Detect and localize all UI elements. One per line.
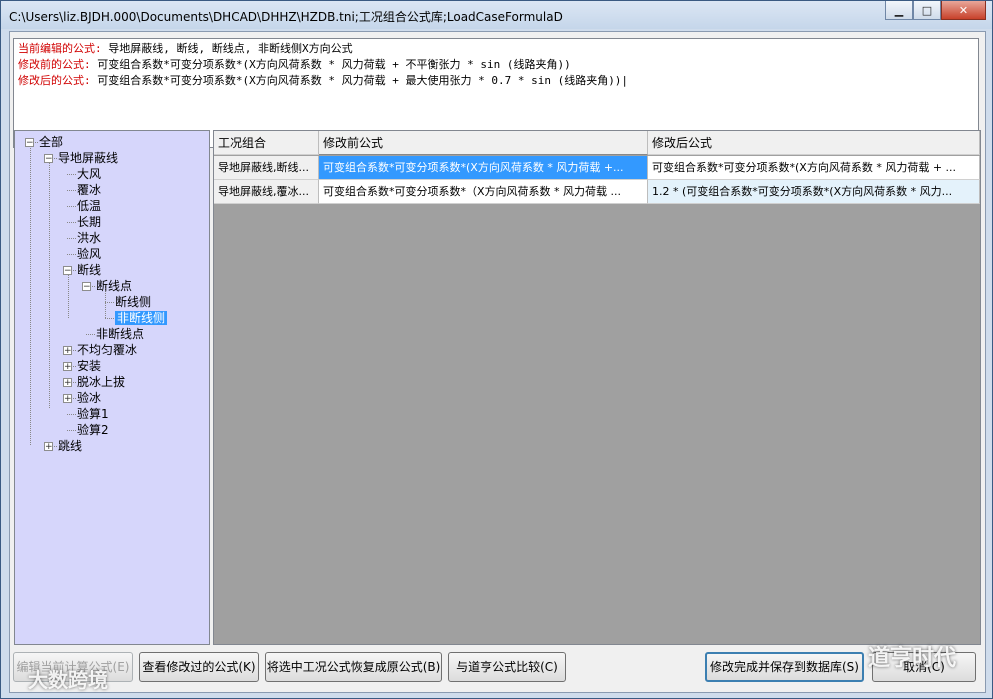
current-formula-label: 当前编辑的公式: xyxy=(18,42,102,55)
tree-node[interactable]: 验算2 xyxy=(77,422,109,438)
current-formula-line: 当前编辑的公式: 导地屏蔽线, 断线, 断线点, 非断线侧X方向公式 xyxy=(18,41,974,57)
grid-row-2-before[interactable]: 可变组合系数*可变分项系数*（X方向风荷系数 * 风力荷载 ... xyxy=(319,180,648,204)
tree-node-label: 验风 xyxy=(77,247,102,261)
tree-node[interactable]: 断线侧 xyxy=(115,294,151,310)
save-to-database-button[interactable]: 修改完成并保存到数据库(S) xyxy=(705,652,864,682)
tree-expand-icon[interactable]: + xyxy=(63,378,72,388)
tree-node[interactable]: 跳线 xyxy=(58,438,82,454)
window-title: C:\Users\liz.BJDH.000\Documents\DHCAD\DH… xyxy=(9,10,563,24)
tree-node-label: 长期 xyxy=(77,215,102,229)
tree-node[interactable]: 验冰 xyxy=(77,390,101,406)
tree-collapse-icon[interactable]: − xyxy=(63,266,72,276)
tree-node-label: 覆冰 xyxy=(77,183,102,197)
window-controls: ▁ □ ✕ xyxy=(885,1,986,20)
tree-node[interactable]: 全部 xyxy=(39,134,63,150)
after-formula-label: 修改后的公式: xyxy=(18,74,91,87)
tree-node[interactable]: 非断线点 xyxy=(96,326,144,342)
tree-node[interactable]: 验风 xyxy=(77,246,101,262)
grid-header-before[interactable]: 修改前公式 xyxy=(319,131,648,155)
tree-node[interactable]: 导地屏蔽线 xyxy=(58,150,118,166)
tree-node[interactable]: 覆冰 xyxy=(77,182,101,198)
before-formula-line: 修改前的公式: 可变组合系数*可变分项系数*(X方向风荷系数 * 风力荷载 + … xyxy=(18,57,974,73)
tree-node[interactable]: 安装 xyxy=(77,358,101,374)
before-formula-text: 可变组合系数*可变分项系数*(X方向风荷系数 * 风力荷载 + 不平衡张力 * … xyxy=(97,58,571,71)
tree-expand-icon[interactable]: + xyxy=(44,442,53,452)
grid-row-2-case[interactable]: 导地屏蔽线,覆冰... xyxy=(214,180,319,204)
tree-connector-line xyxy=(105,302,114,303)
minimize-button[interactable]: ▁ xyxy=(885,1,913,20)
grid-row-1-case[interactable]: 导地屏蔽线,断线... xyxy=(214,156,319,180)
watermark-right: 道亨时代 xyxy=(868,646,957,671)
tree-connector-line xyxy=(67,414,76,415)
tree-connector-line xyxy=(68,270,69,318)
tree-node[interactable]: 验算1 xyxy=(77,406,109,422)
tree-node[interactable]: 断线点 xyxy=(96,278,132,294)
tree-node[interactable]: 长期 xyxy=(77,214,101,230)
grid-header-after[interactable]: 修改后公式 xyxy=(648,131,980,155)
grid-row-2-after[interactable]: 1.2 * (可变组合系数*可变分项系数*(X方向风荷系数 * 风力... xyxy=(648,180,980,204)
tree-connector-line xyxy=(86,334,95,335)
tree-node-label: 非断线侧 xyxy=(115,311,168,325)
tree-node-label: 非断线点 xyxy=(96,327,145,341)
compare-formulas-button[interactable]: 与道亨公式比较(C) xyxy=(448,652,566,682)
tree-node-label: 断线侧 xyxy=(115,295,152,309)
after-formula-line: 修改后的公式: 可变组合系数*可变分项系数*(X方向风荷系数 * 风力荷载 + … xyxy=(18,73,974,89)
dialog-client: 当前编辑的公式: 导地屏蔽线, 断线, 断线点, 非断线侧X方向公式 修改前的公… xyxy=(9,31,986,693)
tree-node-label: 大风 xyxy=(77,167,102,181)
tree-node-label: 跳线 xyxy=(58,439,83,453)
view-modified-formulas-button[interactable]: 查看修改过的公式(K) xyxy=(139,652,259,682)
tree-node[interactable]: 低温 xyxy=(77,198,101,214)
tree-connector-line xyxy=(67,222,76,223)
tree-node[interactable]: 洪水 xyxy=(77,230,101,246)
tree-expand-icon[interactable]: + xyxy=(63,394,72,404)
tree-collapse-icon[interactable]: − xyxy=(44,154,53,164)
tree-connector-line xyxy=(105,318,114,319)
tree-node-label: 断线 xyxy=(77,263,102,277)
tree-connector-line xyxy=(67,238,76,239)
after-formula-text[interactable]: 可变组合系数*可变分项系数*(X方向风荷系数 * 风力荷载 + 最大使用张力 *… xyxy=(97,74,628,87)
before-formula-label: 修改前的公式: xyxy=(18,58,91,71)
dialog-window: C:\Users\liz.BJDH.000\Documents\DHCAD\DH… xyxy=(0,0,993,699)
tree-connector-line xyxy=(67,190,76,191)
tree-node-label: 低温 xyxy=(77,199,102,213)
category-tree[interactable]: − 全部 − 导地屏蔽线 大风 覆冰 低温 长期 洪水 验风 − 断线 − 断线点 断线侧 非断线侧 非断线点 +… xyxy=(14,130,210,645)
tree-node-label: 安装 xyxy=(77,359,102,373)
grid-row-1-before[interactable]: 可变组合系数*可变分项系数*(X方向风荷系数 * 风力荷载 +... xyxy=(319,156,648,180)
tree-connector-line xyxy=(67,430,76,431)
tree-node-label: 验冰 xyxy=(77,391,102,405)
tree-node[interactable]: 非断线侧 xyxy=(115,310,168,326)
tree-node[interactable]: 脱冰上拔 xyxy=(77,374,125,390)
tree-node-label: 洪水 xyxy=(77,231,102,245)
tree-node-label: 全部 xyxy=(39,135,64,149)
tree-node-label: 导地屏蔽线 xyxy=(58,151,119,165)
tree-node-label: 验算2 xyxy=(77,423,109,437)
current-formula-text: 导地屏蔽线, 断线, 断线点, 非断线侧X方向公式 xyxy=(108,42,353,55)
tree-connector-line xyxy=(49,158,50,408)
tree-node[interactable]: 不均匀覆冰 xyxy=(77,342,137,358)
tree-connector-line xyxy=(67,206,76,207)
tree-expand-icon[interactable]: + xyxy=(63,362,72,372)
close-button[interactable]: ✕ xyxy=(941,1,986,20)
title-bar[interactable]: C:\Users\liz.BJDH.000\Documents\DHCAD\DH… xyxy=(1,1,992,29)
tree-node[interactable]: 大风 xyxy=(77,166,101,182)
grid-row-1-after[interactable]: 可变组合系数*可变分项系数*(X方向风荷系数 * 风力荷载 + ... xyxy=(648,156,980,180)
tree-connector-line xyxy=(30,142,31,445)
tree-node-label: 断线点 xyxy=(96,279,133,293)
tree-expand-icon[interactable]: + xyxy=(63,346,72,356)
tree-collapse-icon[interactable]: − xyxy=(25,138,34,148)
tree-connector-line xyxy=(67,254,76,255)
formula-grid[interactable]: 工况组合 修改前公式 修改后公式 导地屏蔽线,断线... 可变组合系数*可变分项… xyxy=(213,130,981,645)
tree-collapse-icon[interactable]: − xyxy=(82,282,91,292)
tree-node-label: 脱冰上拔 xyxy=(77,375,126,389)
maximize-button[interactable]: □ xyxy=(913,1,941,20)
tree-connector-line xyxy=(67,174,76,175)
watermark-left: 大数跨境 xyxy=(28,668,108,692)
tree-node[interactable]: 断线 xyxy=(77,262,101,278)
restore-original-formula-button[interactable]: 将选中工况公式恢复成原公式(B) xyxy=(265,652,442,682)
grid-header-case[interactable]: 工况组合 xyxy=(214,131,319,155)
tree-node-label: 不均匀覆冰 xyxy=(77,343,138,357)
tree-node-label: 验算1 xyxy=(77,407,109,421)
